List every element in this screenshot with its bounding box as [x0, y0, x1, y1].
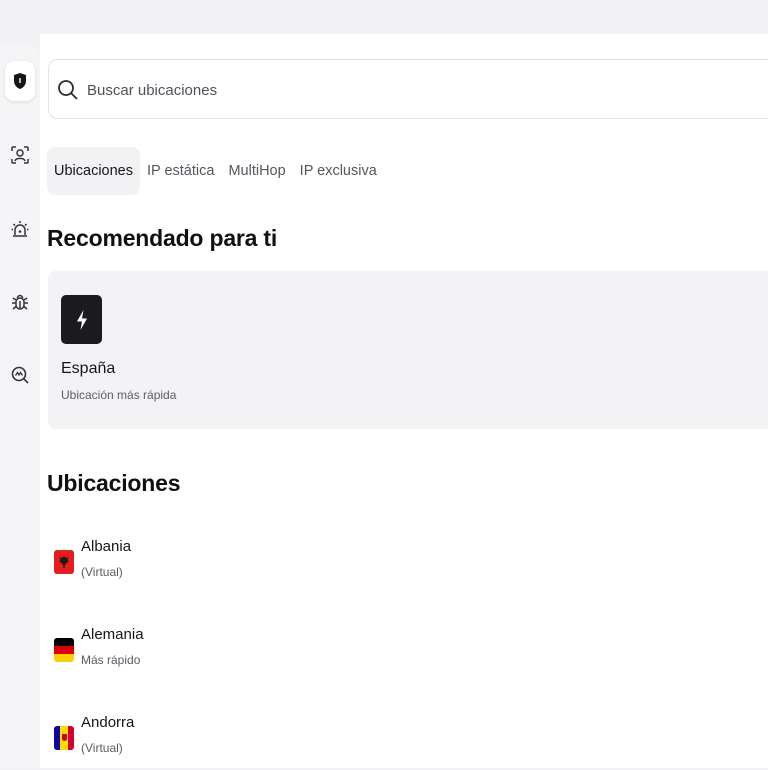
recommended-card[interactable]: España Ubicación más rápida: [48, 271, 768, 429]
tab-ip-exclusiva[interactable]: IP exclusiva: [293, 147, 384, 195]
albania-flag: [54, 550, 74, 574]
window-top-bar: [0, 0, 768, 34]
search-box[interactable]: [48, 59, 768, 119]
sidebar-item-identity[interactable]: [5, 140, 35, 170]
location-subtitle: Más rápido: [81, 653, 141, 667]
sidebar-item-alerts[interactable]: [5, 214, 35, 244]
location-name: Alemania: [81, 626, 144, 643]
recommended-subtitle: Ubicación más rápida: [61, 388, 177, 402]
tab-ip-estatica[interactable]: IP estática: [140, 147, 221, 195]
sidebar-item-vpn[interactable]: [5, 61, 35, 101]
bug-icon: [12, 294, 28, 310]
shield-icon: [14, 73, 26, 89]
location-name: Andorra: [81, 714, 135, 731]
location-item-alemania[interactable]: Alemania Más rápido: [48, 622, 768, 682]
sidebar: [0, 44, 40, 768]
germany-flag: [54, 638, 74, 662]
location-item-andorra[interactable]: Andorra (Virtual): [48, 710, 768, 770]
location-item-albania[interactable]: Albania (Virtual): [48, 534, 768, 594]
location-name: Albania: [81, 538, 132, 555]
tab-multihop[interactable]: MultiHop: [221, 147, 292, 195]
location-subtitle: (Virtual): [81, 565, 123, 579]
search-icon: [58, 80, 78, 100]
sidebar-item-scan[interactable]: [5, 360, 35, 390]
sidebar-item-threats[interactable]: [5, 287, 35, 317]
recommended-heading: Recomendado para ti: [47, 225, 278, 251]
alarm-icon: [11, 221, 29, 237]
user-scan-icon: [11, 146, 29, 164]
location-subtitle: (Virtual): [81, 741, 123, 755]
location-tabs: Ubicaciones IP estática MultiHop IP excl…: [47, 146, 384, 196]
lightning-icon: [61, 295, 102, 344]
tab-ubicaciones[interactable]: Ubicaciones: [47, 147, 140, 195]
search-input[interactable]: [85, 74, 689, 106]
recommended-title: España: [61, 360, 116, 377]
andorra-flag: [54, 726, 74, 750]
main-panel: Ubicaciones IP estática MultiHop IP excl…: [40, 34, 768, 768]
locations-heading: Ubicaciones: [47, 470, 181, 496]
magnifier-scan-icon: [11, 366, 29, 384]
